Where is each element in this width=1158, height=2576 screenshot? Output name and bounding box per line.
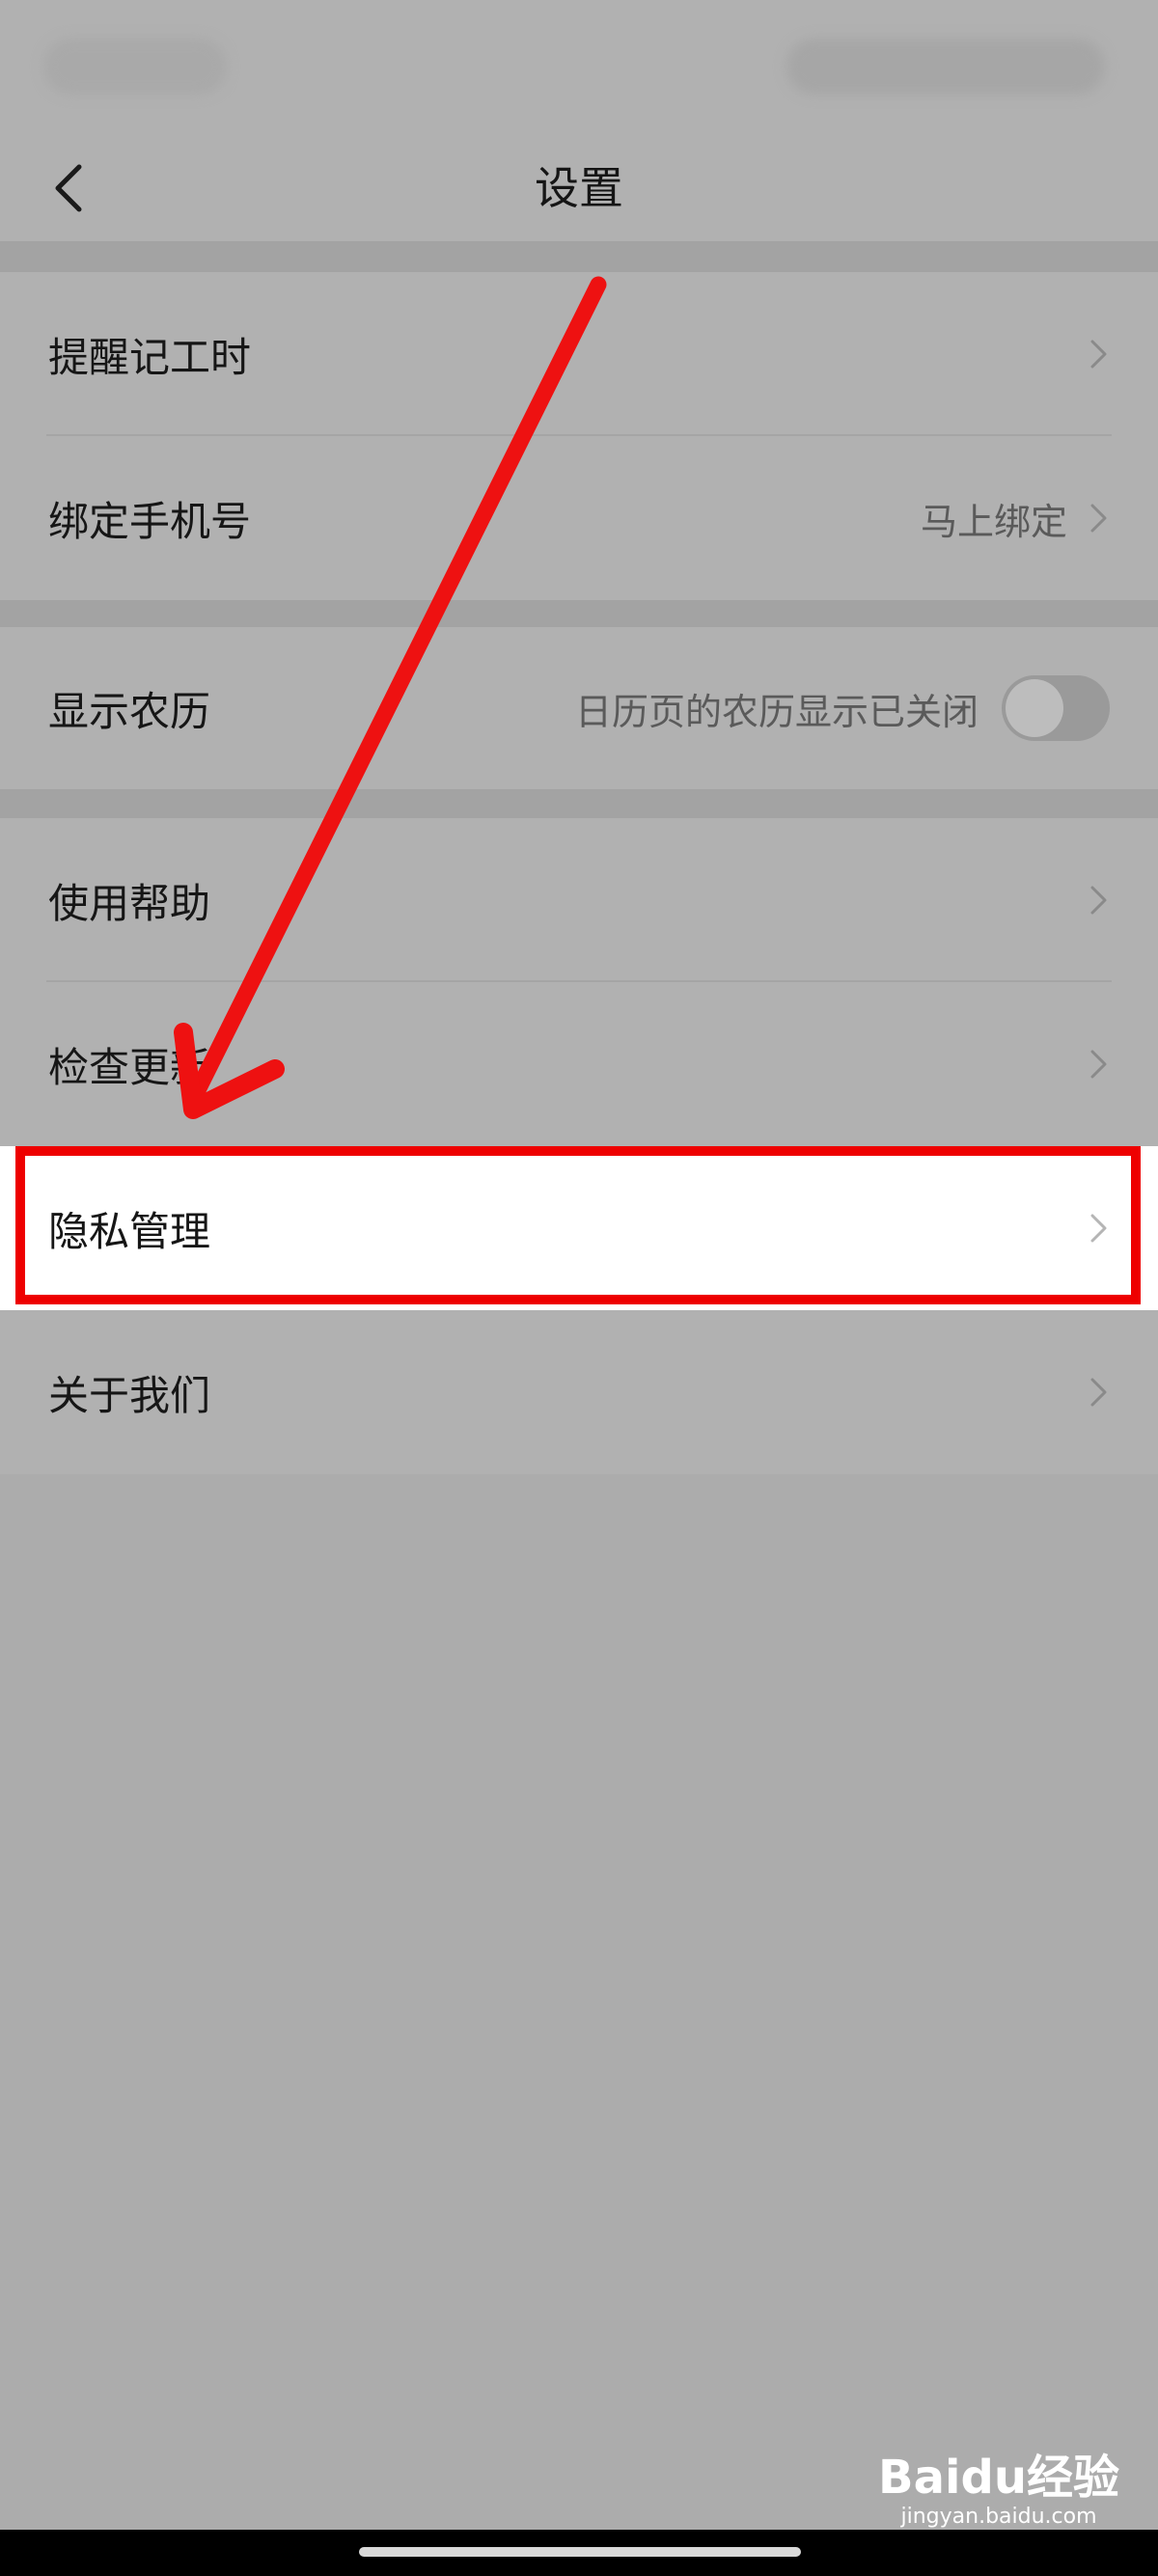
nav-bar: 设置 — [0, 135, 1158, 241]
chevron-right-icon — [1090, 504, 1107, 533]
section-gap — [0, 241, 1158, 272]
chevron-right-icon — [1090, 1050, 1107, 1079]
chevron-right-icon — [1090, 1378, 1107, 1407]
setting-row-check-update[interactable]: 检查更新 — [0, 982, 1158, 1146]
setting-value: 日历页的农历显示已关闭 — [574, 690, 979, 733]
status-time-blurred — [43, 39, 227, 95]
setting-label: 提醒记工时 — [48, 333, 252, 381]
setting-label: 检查更新 — [48, 1043, 211, 1091]
watermark-url: jingyan.baidu.com — [900, 2505, 1097, 2529]
status-icons-blurred — [786, 39, 1105, 95]
setting-row-privacy[interactable]: 隐私管理 — [0, 1146, 1158, 1310]
watermark: Baidu经验 jingyan.baidu.com — [878, 2451, 1119, 2530]
watermark-logo: Baidu经验 — [878, 2451, 1119, 2505]
chevron-right-icon — [1090, 886, 1107, 915]
setting-label: 关于我们 — [48, 1371, 211, 1419]
chevron-right-icon — [1090, 1214, 1107, 1243]
settings-group-1: 提醒记工时 绑定手机号 马上绑定 — [0, 272, 1158, 600]
lunar-toggle[interactable] — [1002, 675, 1110, 741]
status-bar — [0, 0, 1158, 135]
setting-row-bind-phone[interactable]: 绑定手机号 马上绑定 — [0, 436, 1158, 600]
section-gap — [0, 600, 1158, 627]
setting-row-lunar: 显示农历 日历页的农历显示已关闭 — [0, 627, 1158, 789]
setting-label: 使用帮助 — [48, 879, 211, 927]
toggle-knob — [1006, 679, 1063, 737]
page-title: 设置 — [535, 162, 623, 214]
setting-row-help[interactable]: 使用帮助 — [0, 818, 1158, 982]
settings-group-3: 使用帮助 检查更新 隐私管理 关于我们 — [0, 818, 1158, 1474]
setting-label: 绑定手机号 — [48, 497, 252, 545]
section-gap — [0, 789, 1158, 818]
home-indicator[interactable] — [359, 2547, 801, 2557]
settings-group-2: 显示农历 日历页的农历显示已关闭 — [0, 627, 1158, 789]
chevron-right-icon — [1090, 340, 1107, 369]
setting-label: 隐私管理 — [48, 1207, 211, 1255]
setting-row-about[interactable]: 关于我们 — [0, 1310, 1158, 1474]
setting-row-reminder[interactable]: 提醒记工时 — [0, 272, 1158, 436]
setting-label: 显示农历 — [48, 687, 211, 735]
setting-value: 马上绑定 — [920, 500, 1067, 543]
